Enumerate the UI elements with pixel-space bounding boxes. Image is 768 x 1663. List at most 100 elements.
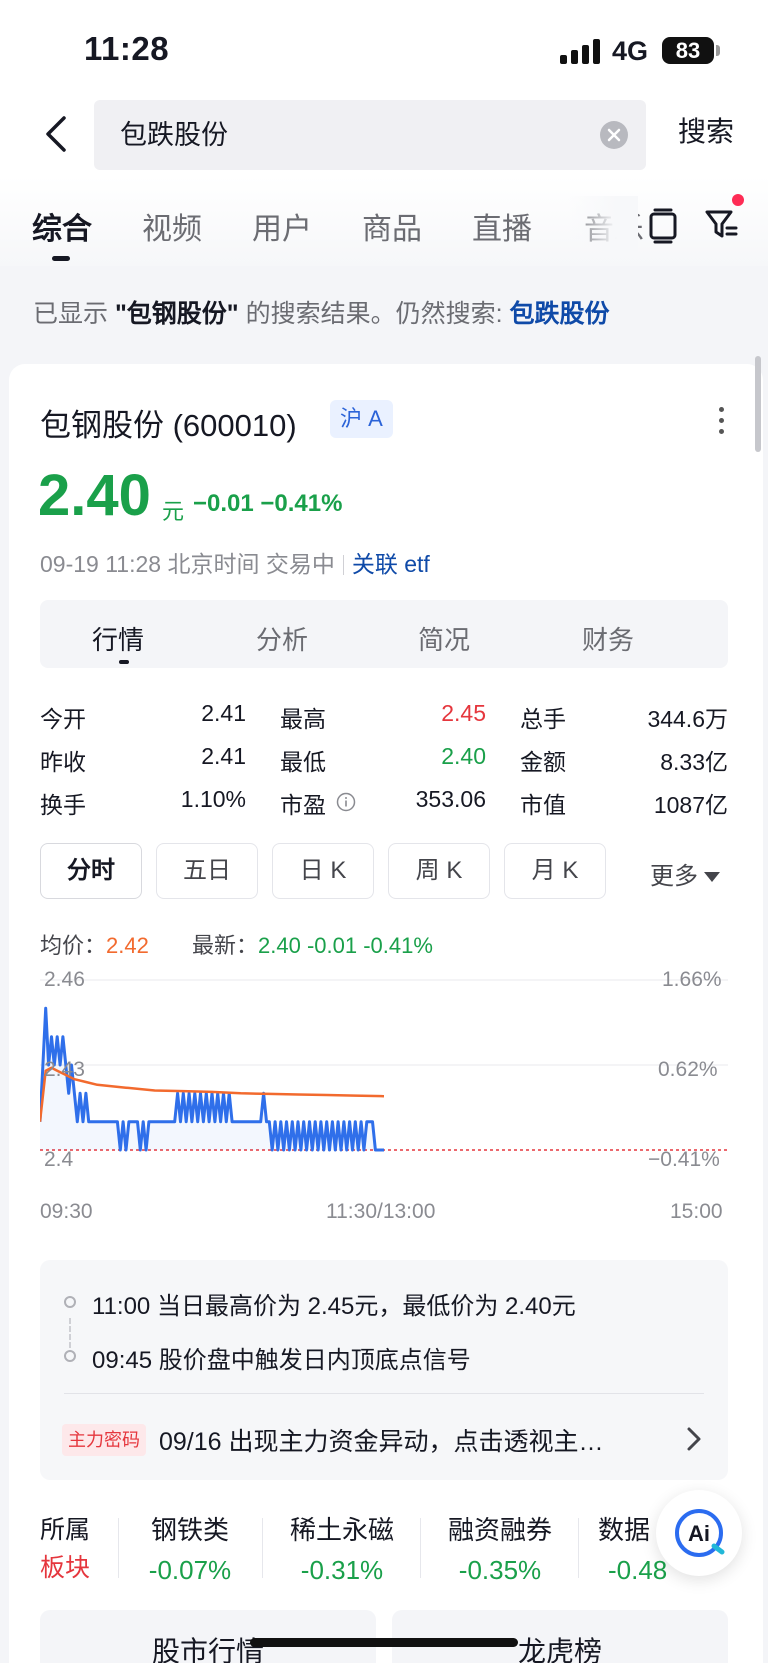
price-change: −0.01 −0.41% bbox=[193, 490, 343, 517]
price-unit: 元 bbox=[162, 499, 185, 524]
search-correction-notice: 已显示 "包钢股份" 的搜索结果。仍然搜索: 包跌股份 bbox=[33, 300, 610, 328]
sector-divider bbox=[578, 1518, 579, 1578]
y-tick-mid: 2.43 bbox=[44, 1058, 85, 1081]
chevron-right-icon[interactable] bbox=[686, 1426, 702, 1452]
subtab-overview[interactable]: 简况 bbox=[418, 620, 470, 657]
category-tabs: 综合 视频 用户 商品 直播 音乐 bbox=[0, 176, 768, 266]
event-connector bbox=[69, 1318, 71, 1348]
tab-comprehensive[interactable]: 综合 bbox=[32, 204, 92, 248]
sector-item-margin[interactable]: 融资融券 -0.35% bbox=[440, 1510, 560, 1586]
stat-pe-label: 市盈 bbox=[280, 792, 326, 818]
info-icon[interactable] bbox=[336, 792, 356, 812]
events-divider bbox=[64, 1393, 704, 1394]
legend-avg: 均价：2.42 bbox=[40, 933, 149, 958]
market-quotes-button[interactable]: 股市行情 bbox=[40, 1610, 376, 1663]
stat-low-label: 最低 bbox=[280, 749, 326, 775]
battery-icon: 83 bbox=[662, 37, 714, 64]
period-monthly-k-button[interactable]: 月 K bbox=[504, 843, 606, 899]
y-tick-bottom: 2.4 bbox=[44, 1148, 74, 1171]
stat-turnover-value: 1.10% bbox=[180, 786, 246, 812]
stat-amount-value: 8.33亿 bbox=[660, 749, 728, 775]
search-original-link[interactable]: 包跌股份 bbox=[510, 300, 610, 328]
x-tick-open: 09:30 bbox=[40, 1200, 93, 1223]
stat-market-cap-value: 1087亿 bbox=[653, 792, 728, 818]
tab-live[interactable]: 直播 bbox=[472, 204, 532, 248]
stat-amount-label: 金额 bbox=[520, 749, 566, 775]
back-icon[interactable] bbox=[38, 114, 78, 154]
legend-latest-value: 2.40 -0.01 -0.41% bbox=[258, 933, 433, 958]
quote-subtabs: 行情 分析 简况 财务 bbox=[40, 600, 728, 668]
battery-tip bbox=[716, 45, 720, 56]
trade-info: 09-19 11:28 北京时间 交易中 关联 etf bbox=[40, 545, 430, 579]
stat-high-value: 2.45 bbox=[441, 700, 486, 726]
stock-name[interactable]: 包钢股份 (600010) bbox=[40, 400, 297, 445]
sector-label-bottom: 板块 bbox=[40, 1554, 91, 1582]
ai-assistant-button[interactable]: Ai bbox=[656, 1490, 742, 1576]
status-bar: 11:28 4G 83 bbox=[0, 0, 768, 92]
sector-item-rare-earth[interactable]: 稀土永磁 -0.31% bbox=[282, 1510, 402, 1586]
trade-datetime: 09-19 11:28 北京时间 交易中 bbox=[40, 551, 335, 577]
home-indicator bbox=[250, 1638, 518, 1647]
sector-label-top: 所属 bbox=[40, 1516, 91, 1544]
stat-volume-value: 344.6万 bbox=[647, 706, 728, 732]
ai-icon: Ai bbox=[675, 1509, 725, 1557]
stat-low-value: 2.40 bbox=[441, 743, 486, 769]
dragon-tiger-list-button[interactable]: 龙虎榜 bbox=[392, 1610, 728, 1663]
fund-tag: 主力密码 bbox=[62, 1424, 146, 1456]
intraday-chart-svg bbox=[38, 979, 728, 1152]
intraday-chart[interactable] bbox=[38, 960, 728, 1220]
more-options-icon[interactable] bbox=[716, 404, 726, 438]
stat-prev-close-value: 2.41 bbox=[201, 743, 246, 769]
subtab-finance[interactable]: 财务 bbox=[582, 620, 634, 657]
period-daily-k-button[interactable]: 日 K bbox=[272, 843, 374, 899]
tab-products[interactable]: 商品 bbox=[362, 204, 422, 248]
stat-high-label: 最高 bbox=[280, 706, 326, 732]
x-tick-midday: 11:30/13:00 bbox=[326, 1200, 436, 1223]
subtab-underline bbox=[119, 660, 129, 664]
period-5day-button[interactable]: 五日 bbox=[156, 843, 258, 899]
copy-icon[interactable] bbox=[648, 208, 678, 244]
legend-avg-value: 2.42 bbox=[106, 933, 149, 958]
sector-divider bbox=[420, 1518, 421, 1578]
search-input[interactable] bbox=[120, 100, 580, 170]
scrollbar[interactable] bbox=[755, 356, 761, 452]
stat-volume-label: 总手 bbox=[520, 706, 566, 732]
market-badge: 沪 A bbox=[330, 400, 393, 438]
sector-divider bbox=[118, 1518, 119, 1578]
filter-icon[interactable] bbox=[704, 206, 738, 244]
y-tick-top: 2.46 bbox=[44, 968, 85, 991]
search-bar: 搜索 bbox=[0, 92, 768, 176]
related-etf-link[interactable]: 关联 etf bbox=[352, 551, 430, 577]
sector-item-steel[interactable]: 钢铁类 -0.07% bbox=[140, 1510, 240, 1586]
clear-icon[interactable] bbox=[600, 121, 628, 149]
search-box[interactable] bbox=[94, 100, 646, 170]
event-dot-icon bbox=[64, 1350, 76, 1362]
event-item[interactable]: 11:00 当日最高价为 2.45元，最低价为 2.40元 bbox=[92, 1286, 576, 1321]
stat-prev-close-label: 昨收 bbox=[40, 749, 86, 775]
sector-divider bbox=[262, 1518, 263, 1578]
tab-video[interactable]: 视频 bbox=[142, 204, 202, 248]
y-right-tick-top: 1.66% bbox=[662, 968, 722, 991]
shown-term: "包钢股份" bbox=[114, 300, 239, 328]
svg-text:Ai: Ai bbox=[688, 1521, 710, 1546]
event-item[interactable]: 09:45 股价盘中触发日内顶底点信号 bbox=[92, 1340, 471, 1375]
tab-users[interactable]: 用户 bbox=[252, 204, 312, 248]
y-right-tick-mid: 0.62% bbox=[658, 1058, 718, 1081]
stat-market-cap-label: 市值 bbox=[520, 792, 566, 818]
stat-turnover-label: 换手 bbox=[40, 792, 86, 818]
status-time: 11:28 bbox=[84, 30, 170, 67]
stat-open-value: 2.41 bbox=[201, 700, 246, 726]
stat-open-label: 今开 bbox=[40, 706, 86, 732]
period-weekly-k-button[interactable]: 周 K bbox=[388, 843, 490, 899]
search-button[interactable]: 搜索 bbox=[678, 110, 734, 150]
legend-latest: 最新：2.40 -0.01 -0.41% bbox=[192, 933, 433, 958]
notification-dot bbox=[732, 194, 744, 206]
more-periods-button[interactable]: 更多 bbox=[650, 856, 720, 891]
fund-alert-text[interactable]: 09/16 出现主力资金异动，点击透视主… bbox=[159, 1422, 604, 1458]
period-intraday-button[interactable]: 分时 bbox=[40, 843, 142, 899]
subtab-analysis[interactable]: 分析 bbox=[256, 620, 308, 657]
chevron-down-icon bbox=[704, 872, 720, 882]
stat-pe-value: 353.06 bbox=[415, 786, 486, 812]
tab-fade bbox=[568, 196, 638, 256]
subtab-quote[interactable]: 行情 bbox=[92, 620, 144, 657]
